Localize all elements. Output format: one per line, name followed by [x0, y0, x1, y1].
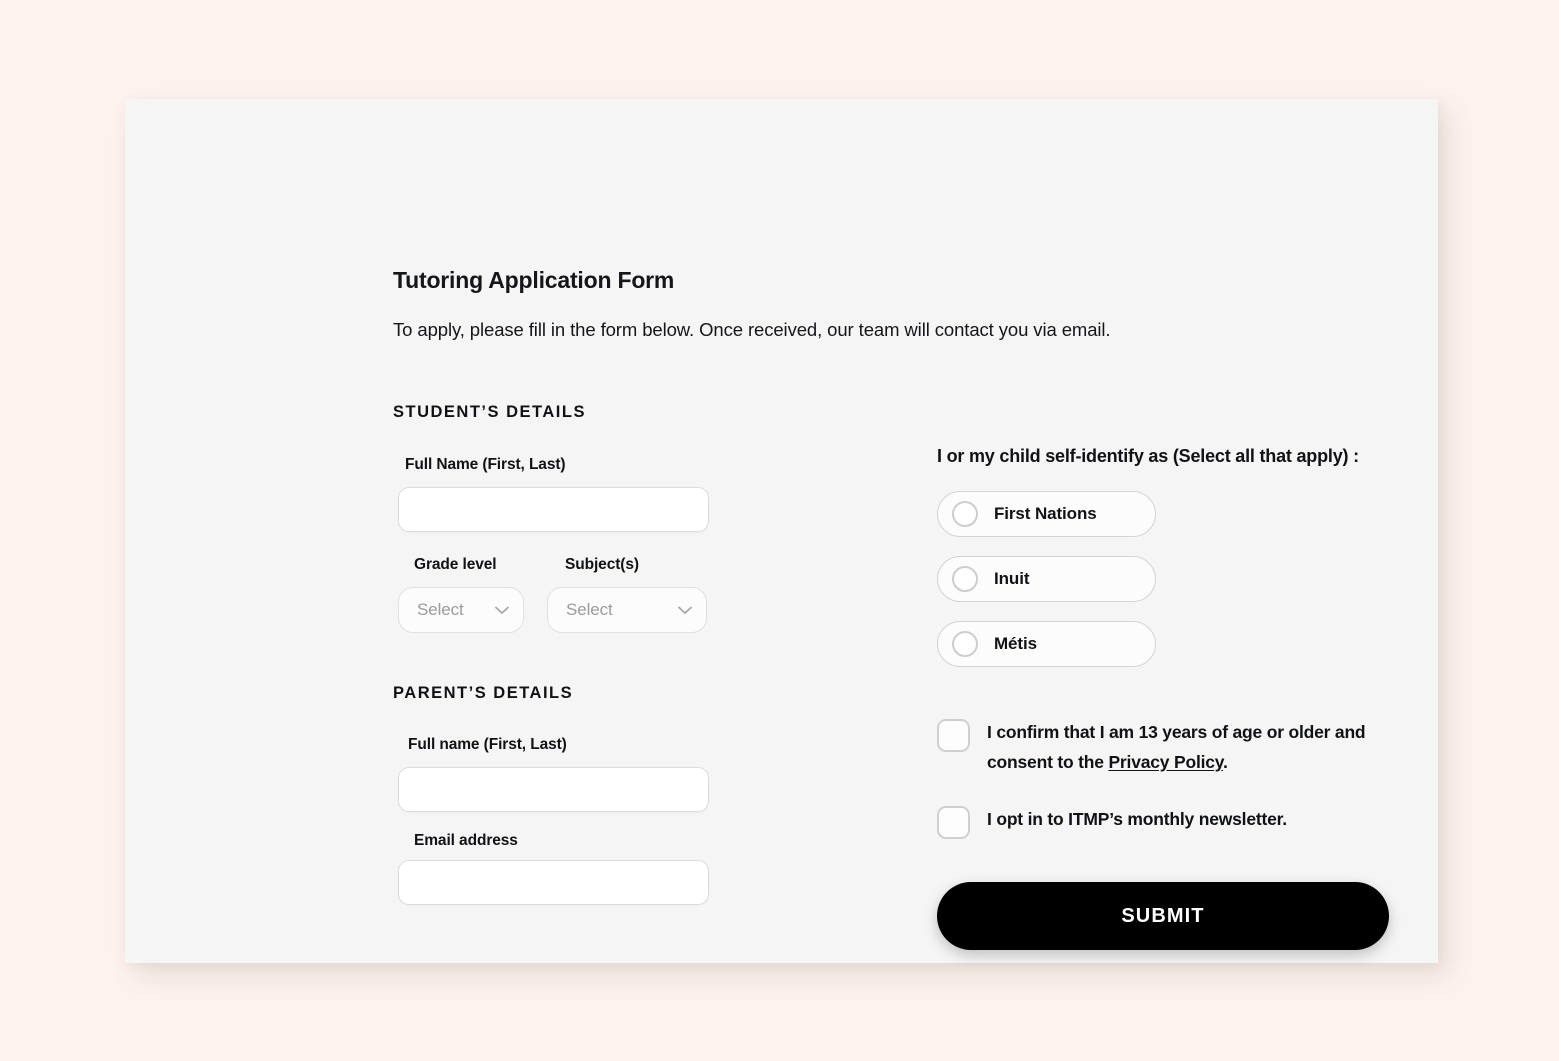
student-full-name-input[interactable] — [398, 487, 709, 532]
subjects-select[interactable]: Select — [547, 587, 707, 633]
subjects-label: Subject(s) — [565, 556, 639, 573]
identity-option-metis[interactable]: Métis — [937, 621, 1156, 667]
page-root: Tutoring Application Form To apply, plea… — [0, 0, 1559, 1061]
checkbox-newsletter-optin[interactable] — [937, 806, 970, 839]
consent-age-row: I confirm that I am 13 years of age or o… — [937, 717, 1382, 777]
identity-option-label: Métis — [994, 634, 1037, 653]
radio-icon[interactable] — [952, 566, 978, 592]
consent-age-text: I confirm that I am 13 years of age or o… — [987, 717, 1382, 777]
student-full-name-label: Full Name (First, Last) — [405, 456, 566, 473]
chevron-down-icon — [678, 606, 692, 615]
radio-icon[interactable] — [952, 631, 978, 657]
section-heading-student: STUDENT’S DETAILS — [393, 403, 586, 421]
submit-button[interactable]: SUBMIT — [937, 882, 1389, 950]
section-heading-parent: PARENT’S DETAILS — [393, 684, 574, 702]
form-card: Tutoring Application Form To apply, plea… — [125, 99, 1438, 963]
checkbox-age-consent[interactable] — [937, 719, 970, 752]
page-title: Tutoring Application Form — [393, 267, 675, 293]
consent-newsletter-text: I opt in to ITMP’s monthly newsletter. — [987, 809, 1287, 829]
privacy-policy-link[interactable]: Privacy Policy — [1108, 752, 1223, 772]
identity-option-inuit[interactable]: Inuit — [937, 556, 1156, 602]
grade-level-value: Select — [417, 600, 464, 619]
identity-option-label: Inuit — [994, 569, 1030, 588]
subjects-value: Select — [566, 600, 613, 619]
identity-option-first-nations[interactable]: First Nations — [937, 491, 1156, 537]
consent-age-text-after: . — [1223, 752, 1228, 772]
consent-newsletter-row: I opt in to ITMP’s monthly newsletter. — [937, 804, 1287, 839]
parent-full-name-input[interactable] — [398, 767, 709, 812]
form-subtitle: To apply, please fill in the form below.… — [393, 319, 1111, 340]
email-address-label: Email address — [414, 832, 518, 849]
parent-full-name-label: Full name (First, Last) — [408, 736, 567, 753]
grade-level-label: Grade level — [414, 556, 497, 573]
identity-option-label: First Nations — [994, 504, 1097, 523]
radio-icon[interactable] — [952, 501, 978, 527]
grade-level-select[interactable]: Select — [398, 587, 524, 633]
chevron-down-icon — [495, 606, 509, 615]
self-identify-question: I or my child self-identify as (Select a… — [937, 446, 1359, 466]
email-address-input[interactable] — [398, 860, 709, 905]
